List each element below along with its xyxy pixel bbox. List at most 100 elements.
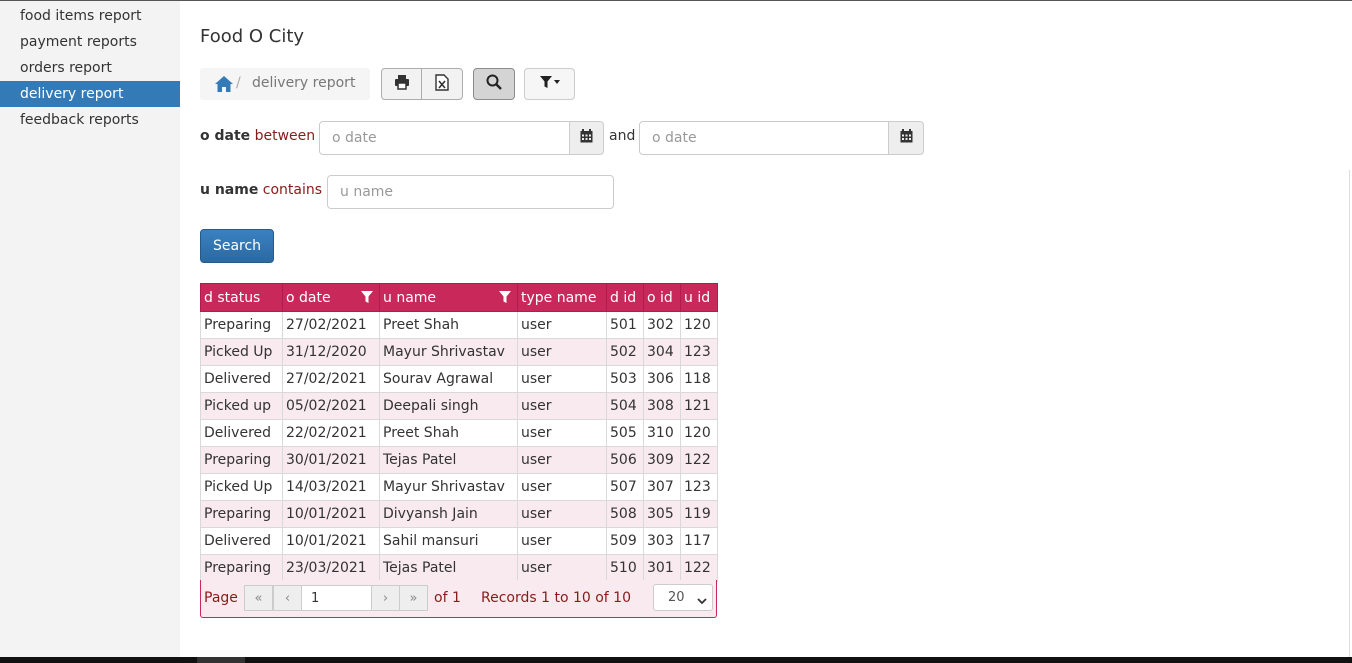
- cell-d-id: 504: [606, 392, 644, 420]
- cell-u-id: 120: [680, 419, 718, 447]
- sidebar-item-food-items-report[interactable]: food items report: [0, 3, 180, 29]
- cell-d-status: Preparing: [200, 446, 283, 474]
- breadcrumb: / delivery report: [200, 68, 370, 100]
- uname-input[interactable]: [327, 175, 614, 209]
- odate-field-name: o date: [200, 128, 251, 144]
- uname-field-name: u name: [200, 182, 259, 198]
- cell-o-date: 30/01/2021: [282, 446, 380, 474]
- column-header-u-name[interactable]: u name: [379, 283, 518, 312]
- cell-o-date: 22/02/2021: [282, 419, 380, 447]
- cell-d-id: 502: [606, 338, 644, 366]
- first-page-button[interactable]: «: [244, 585, 273, 611]
- table-row[interactable]: Preparing 10/01/2021 Divyansh Jain user …: [200, 500, 718, 528]
- pager-of-text: of 1: [434, 590, 461, 606]
- cell-o-id: 309: [643, 446, 681, 474]
- cell-o-id: 301: [643, 554, 681, 582]
- odate-from-input[interactable]: [319, 121, 570, 155]
- filter-icon: [539, 75, 561, 93]
- sidebar-item-payment-reports[interactable]: payment reports: [0, 29, 180, 55]
- odate-from-calendar-button[interactable]: [569, 121, 604, 155]
- column-header-d-id[interactable]: d id: [606, 283, 644, 312]
- filter-menu-button[interactable]: [524, 68, 575, 100]
- cell-u-name: Mayur Shrivastav: [379, 338, 518, 366]
- odate-to-input[interactable]: [639, 121, 890, 155]
- print-icon: [394, 74, 410, 94]
- cell-o-date: 27/02/2021: [282, 311, 380, 339]
- table-row[interactable]: Delivered 22/02/2021 Preet Shah user 505…: [200, 419, 718, 447]
- cell-d-id: 509: [606, 527, 644, 555]
- cell-type-name: user: [517, 392, 607, 420]
- cell-o-date: 27/02/2021: [282, 365, 380, 393]
- export-excel-button[interactable]: [421, 68, 463, 100]
- cell-o-id: 304: [643, 338, 681, 366]
- column-header-d-status[interactable]: d status: [200, 283, 283, 312]
- last-page-icon: »: [409, 590, 418, 606]
- cell-o-date: 10/01/2021: [282, 527, 380, 555]
- page-size-select[interactable]: 20: [653, 584, 713, 611]
- search-button[interactable]: Search: [200, 229, 274, 263]
- cell-o-date: 23/03/2021: [282, 554, 380, 582]
- odate-operator: between: [254, 128, 316, 144]
- cell-type-name: user: [517, 338, 607, 366]
- column-header-type-name[interactable]: type name: [517, 283, 607, 312]
- chevron-down-icon: [697, 594, 707, 609]
- calendar-icon: [580, 129, 593, 147]
- search-toggle-button[interactable]: [473, 68, 515, 100]
- cell-d-id: 505: [606, 419, 644, 447]
- cell-o-id: 310: [643, 419, 681, 447]
- cell-d-status: Delivered: [200, 365, 283, 393]
- cell-d-status: Delivered: [200, 419, 283, 447]
- table-row[interactable]: Picked Up 14/03/2021 Mayur Shrivastav us…: [200, 473, 718, 501]
- last-page-button[interactable]: »: [399, 585, 428, 611]
- scrollbar-thumb[interactable]: [197, 657, 245, 663]
- home-icon[interactable]: [214, 74, 234, 94]
- table-row[interactable]: Preparing 27/02/2021 Preet Shah user 501…: [200, 311, 718, 339]
- next-page-button[interactable]: ›: [371, 585, 400, 611]
- cell-u-name: Mayur Shrivastav: [379, 473, 518, 501]
- cell-d-status: Picked Up: [200, 338, 283, 366]
- cell-o-id: 302: [643, 311, 681, 339]
- search-icon: [486, 74, 502, 94]
- table-row[interactable]: Delivered 10/01/2021 Sahil mansuri user …: [200, 527, 718, 555]
- column-header-o-date[interactable]: o date: [282, 283, 380, 312]
- cell-u-id: 121: [680, 392, 718, 420]
- cell-d-id: 508: [606, 500, 644, 528]
- filter-icon[interactable]: [499, 291, 511, 307]
- table-row[interactable]: Preparing 30/01/2021 Tejas Patel user 50…: [200, 446, 718, 474]
- cell-u-name: Divyansh Jain: [379, 500, 518, 528]
- cell-d-status: Preparing: [200, 500, 283, 528]
- sidebar-item-delivery-report[interactable]: delivery report: [0, 81, 180, 107]
- cell-o-date: 05/02/2021: [282, 392, 380, 420]
- cell-o-date: 31/12/2020: [282, 338, 380, 366]
- cell-o-date: 14/03/2021: [282, 473, 380, 501]
- page-number-input[interactable]: [301, 585, 372, 611]
- prev-page-button[interactable]: ‹: [273, 585, 302, 611]
- cell-u-id: 122: [680, 554, 718, 582]
- app-title: Food O City: [200, 26, 305, 47]
- excel-icon: [435, 73, 449, 95]
- scroll-track-edge: [1349, 170, 1350, 657]
- cell-d-id: 507: [606, 473, 644, 501]
- cell-d-id: 510: [606, 554, 644, 582]
- cell-type-name: user: [517, 527, 607, 555]
- column-header-o-id[interactable]: o id: [643, 283, 681, 312]
- column-header-u-id[interactable]: u id: [680, 283, 718, 312]
- sidebar-item-orders-report[interactable]: orders report: [0, 55, 180, 81]
- sidebar-item-feedback-reports[interactable]: feedback reports: [0, 107, 180, 133]
- cell-type-name: user: [517, 446, 607, 474]
- horizontal-scrollbar[interactable]: [0, 657, 1352, 663]
- table-row[interactable]: Delivered 27/02/2021 Sourav Agrawal user…: [200, 365, 718, 393]
- table-row[interactable]: Preparing 23/03/2021 Tejas Patel user 51…: [200, 554, 718, 582]
- print-button[interactable]: [381, 68, 422, 100]
- table-row[interactable]: Picked up 05/02/2021 Deepali singh user …: [200, 392, 718, 420]
- cell-d-id: 501: [606, 311, 644, 339]
- sidebar: food items report payment reports orders…: [0, 1, 180, 657]
- odate-to-calendar-button[interactable]: [888, 121, 924, 155]
- cell-d-id: 506: [606, 446, 644, 474]
- table-row[interactable]: Picked Up 31/12/2020 Mayur Shrivastav us…: [200, 338, 718, 366]
- cell-u-name: Deepali singh: [379, 392, 518, 420]
- cell-d-status: Preparing: [200, 311, 283, 339]
- cell-o-date: 10/01/2021: [282, 500, 380, 528]
- cell-type-name: user: [517, 473, 607, 501]
- filter-icon[interactable]: [361, 291, 373, 307]
